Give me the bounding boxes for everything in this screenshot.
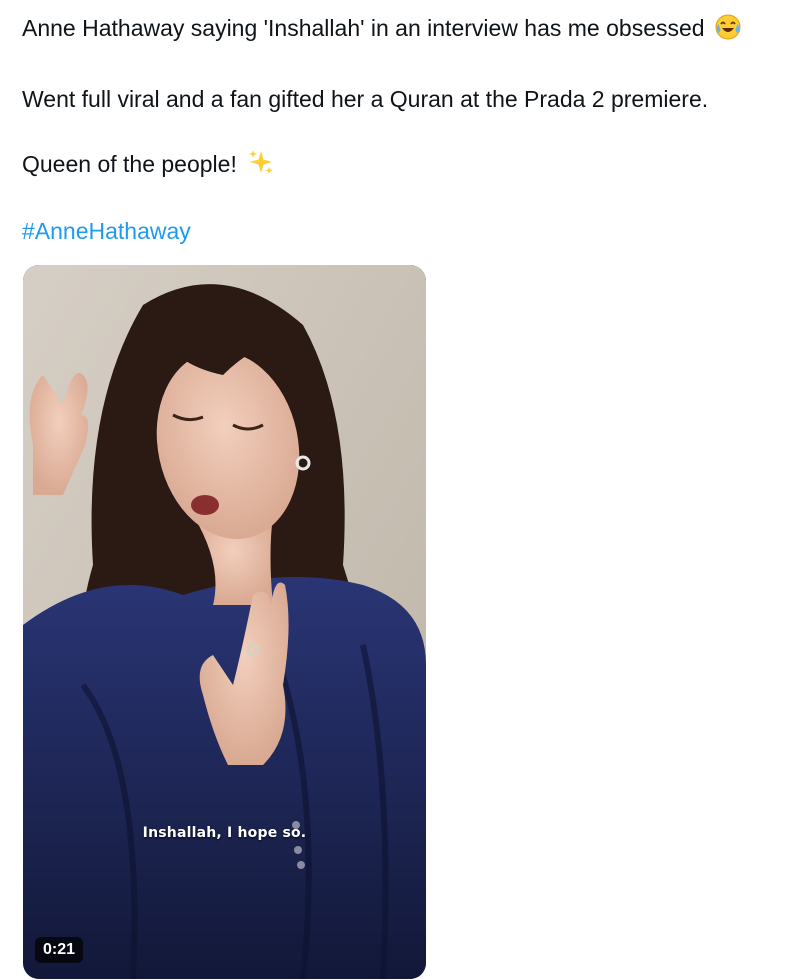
face-with-tears-of-joy-icon bbox=[715, 14, 741, 47]
video-player[interactable]: Inshallah, I hope so. 0:21 bbox=[23, 265, 426, 979]
tweet-line-2: Went full viral and a fan gifted her a Q… bbox=[22, 86, 709, 112]
sparkles-icon bbox=[247, 148, 275, 183]
video-frame bbox=[23, 265, 426, 979]
video-duration-badge: 0:21 bbox=[35, 937, 84, 963]
tweet-line-1: Anne Hathaway saying 'Inshallah' in an i… bbox=[22, 13, 741, 47]
tweet-line-3: Queen of the people! bbox=[22, 148, 275, 183]
hashtag-link[interactable]: #AnneHathaway bbox=[22, 216, 191, 246]
video-caption: Inshallah, I hope so. bbox=[142, 825, 307, 841]
tweet-line-1-text: Anne Hathaway saying 'Inshallah' in an i… bbox=[22, 15, 705, 41]
tweet-line-3-text: Queen of the people! bbox=[22, 151, 237, 177]
